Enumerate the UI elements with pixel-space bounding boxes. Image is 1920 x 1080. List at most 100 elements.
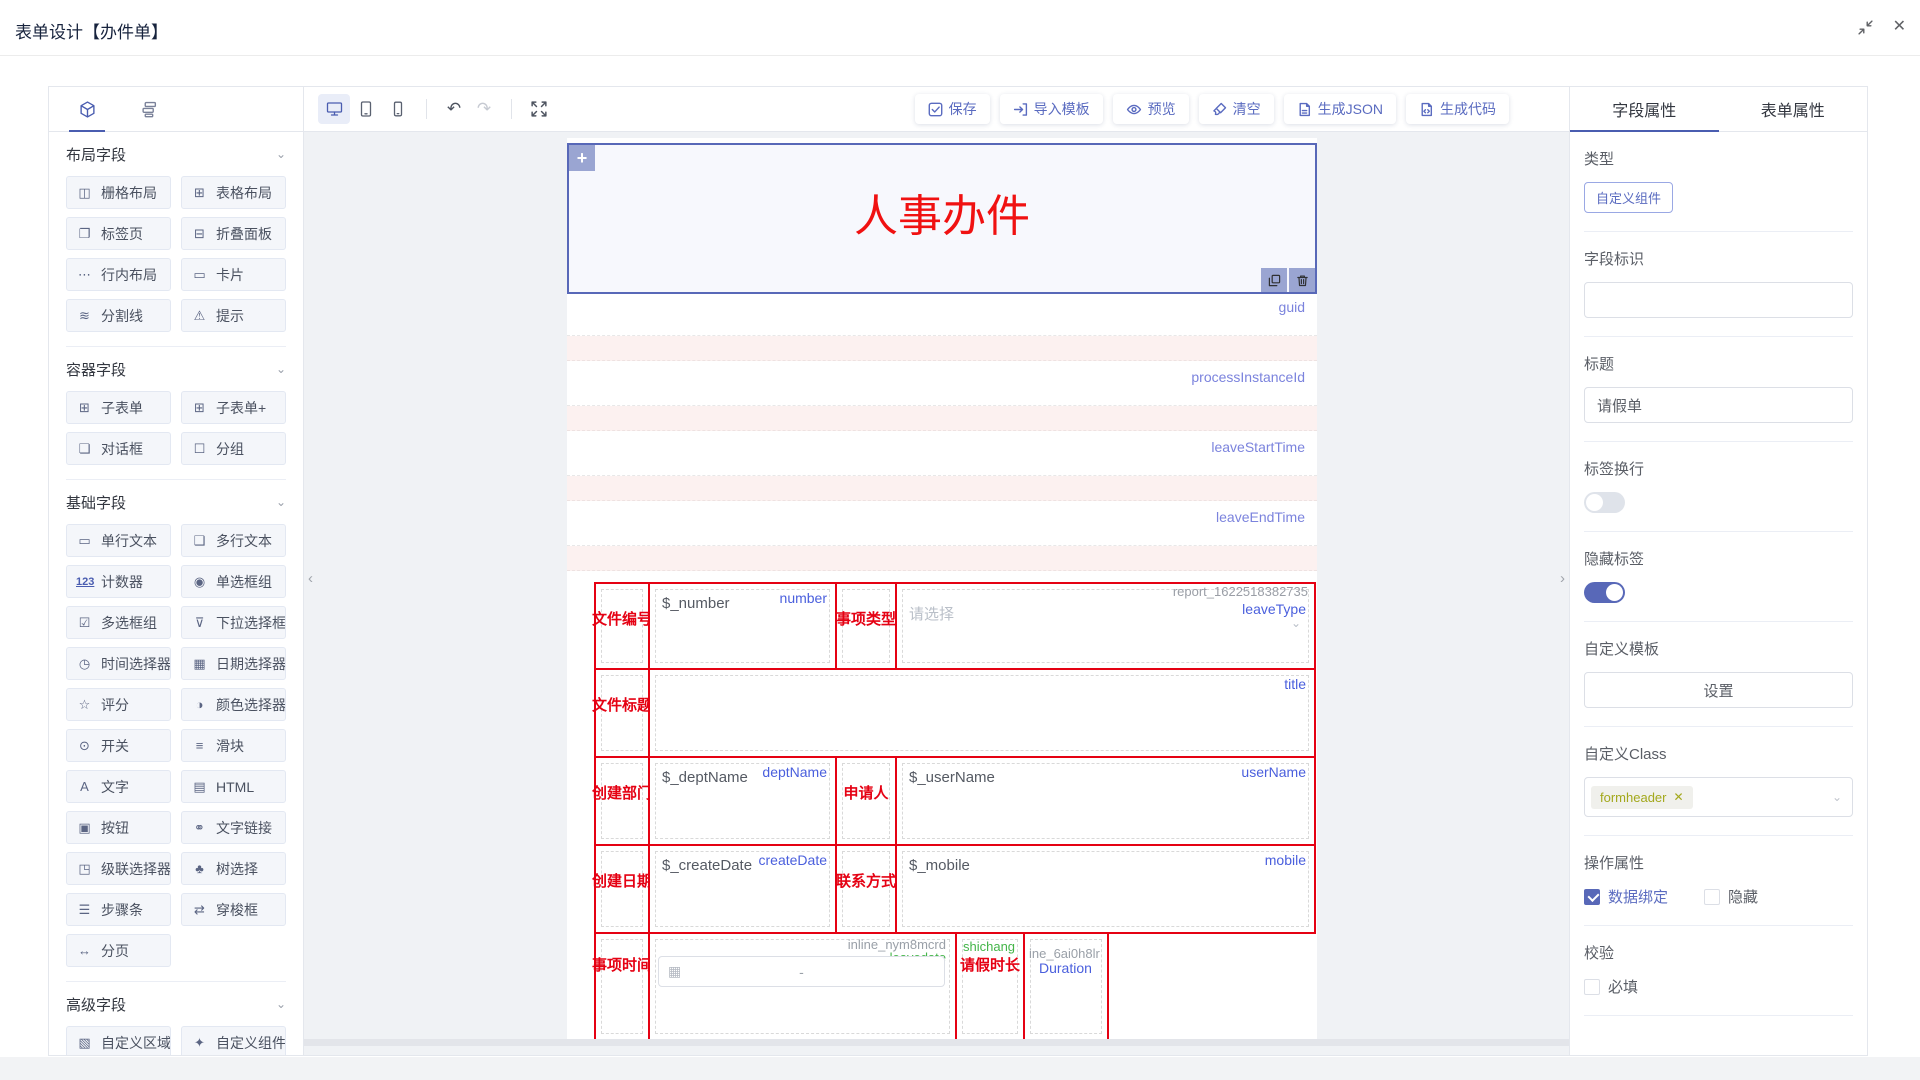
table-label-cell[interactable]: 联系方式 — [837, 846, 897, 934]
palette-item[interactable]: ⋯ 行内布局 — [66, 258, 171, 291]
palette-item[interactable]: A 文字 — [66, 770, 171, 803]
palette-item[interactable]: ❐ 标签页 — [66, 217, 171, 250]
table-label-cell[interactable]: 创建部门 — [596, 758, 650, 846]
fullscreen-icon[interactable] — [524, 94, 554, 124]
generate-code-button[interactable]: 生成代码 — [1406, 94, 1509, 124]
collapse-left-panel-handle[interactable]: ‹ — [304, 560, 317, 596]
form-header-component[interactable]: + 人事办件 — [567, 143, 1317, 294]
palette-item[interactable]: ☰ 步骤条 — [66, 893, 171, 926]
table-duration-cell[interactable]: ine_6ai0h8lr Duration — [1025, 934, 1109, 1039]
palette-item[interactable]: ☐ 分组 — [181, 432, 286, 465]
palette-item[interactable]: ⊞ 子表单+ — [181, 391, 286, 424]
palette-item[interactable]: ☆ 评分 — [66, 688, 171, 721]
palette-tab-components[interactable] — [63, 87, 111, 131]
palette-item[interactable]: ◳ 级联选择器 — [66, 852, 171, 885]
palette-item[interactable]: ✦ 自定义组件 — [181, 1026, 286, 1055]
palette-item[interactable]: ⊞ 子表单 — [66, 391, 171, 424]
palette-item[interactable]: ⚭ 文字链接 — [181, 811, 286, 844]
window-titlebar: 表单设计【办件单】 ✕ — [0, 0, 1920, 56]
hide-label-toggle[interactable] — [1584, 582, 1625, 603]
field-id-input[interactable] — [1584, 282, 1853, 318]
tab-field-properties[interactable]: 字段属性 — [1570, 87, 1719, 131]
hidden-field-row[interactable]: guid — [567, 296, 1317, 361]
label-wrap-toggle[interactable] — [1584, 492, 1625, 513]
template-settings-button[interactable]: 设置 — [1584, 672, 1853, 708]
palette-item[interactable]: ⊽ 下拉选择框 — [181, 606, 286, 639]
chevron-down-icon[interactable]: ⌄ — [276, 997, 286, 1011]
table-label-cell[interactable]: 请假时长 shichang — [957, 934, 1025, 1039]
required-checkbox[interactable]: 必填 — [1584, 976, 1638, 997]
palette-item[interactable]: ▭ 单行文本 — [66, 524, 171, 557]
palette-item[interactable]: ☑ 多选框组 — [66, 606, 171, 639]
table-field-cell[interactable]: $_number number — [650, 584, 837, 670]
palette-item[interactable]: ♣ 树选择 — [181, 852, 286, 885]
table-label-cell[interactable]: 申请人 — [837, 758, 897, 846]
palette-item[interactable]: ❏ 对话框 — [66, 432, 171, 465]
palette-item[interactable]: ❑ 多行文本 — [181, 524, 286, 557]
daterange-input[interactable]: ▦ - — [658, 956, 945, 987]
palette-item[interactable]: 123 计数器 — [66, 565, 171, 598]
undo-icon[interactable]: ↶ — [439, 94, 469, 124]
palette-item[interactable]: ▤ HTML — [181, 770, 286, 803]
palette-item[interactable]: ⊙ 开关 — [66, 729, 171, 762]
palette-tab-outline[interactable] — [125, 87, 173, 131]
hidden-field-row[interactable]: leaveStartTime — [567, 436, 1317, 501]
trash-icon — [1296, 274, 1309, 287]
palette-item[interactable]: ↔ 分页 — [66, 934, 171, 967]
design-canvas[interactable]: ‹ › + 人事办件 — [304, 132, 1569, 1055]
table-field-cell[interactable]: $_mobile mobile — [897, 846, 1316, 934]
close-icon[interactable]: ✕ — [1893, 19, 1906, 35]
title-input[interactable] — [1584, 387, 1853, 423]
preview-button[interactable]: 预览 — [1113, 94, 1189, 124]
delete-component-button[interactable] — [1289, 268, 1315, 292]
table-field-cell[interactable]: title — [650, 670, 1316, 758]
palette-item[interactable]: ▣ 按钮 — [66, 811, 171, 844]
collapse-window-icon[interactable] — [1858, 20, 1873, 35]
save-button[interactable]: 保存 — [915, 94, 990, 124]
generate-json-button[interactable]: 生成JSON — [1284, 94, 1396, 124]
palette-item[interactable]: ≡ 滑块 — [181, 729, 286, 762]
hidden-field-row[interactable]: leaveEndTime — [567, 506, 1317, 571]
palette-item[interactable]: ▭ 卡片 — [181, 258, 286, 291]
hidden-field-row[interactable]: processInstanceId — [567, 366, 1317, 431]
palette-item[interactable]: ⊟ 折叠面板 — [181, 217, 286, 250]
palette-item[interactable]: ▦ 日期选择器 — [181, 647, 286, 680]
table-daterange-cell[interactable]: inline_nym8mcrd leavedate ▦ - — [650, 934, 957, 1039]
palette-item[interactable]: ◑ 颜色选择器 — [181, 688, 286, 721]
palette-item[interactable]: ⚠ 提示 — [181, 299, 286, 332]
table-label-cell[interactable]: 创建日期 — [596, 846, 650, 934]
table-label-cell[interactable]: 文件编号 — [596, 584, 650, 670]
data-bind-checkbox[interactable]: 数据绑定 — [1584, 886, 1668, 907]
remove-tag-icon[interactable]: ✕ — [1673, 790, 1683, 804]
table-label-cell[interactable]: 事项时间 — [596, 934, 650, 1039]
collapse-right-panel-handle[interactable]: › — [1556, 560, 1569, 596]
palette-item[interactable]: ⊞ 表格布局 — [181, 176, 286, 209]
tab-form-properties[interactable]: 表单属性 — [1719, 87, 1868, 131]
device-desktop-button[interactable] — [318, 94, 350, 124]
palette-item[interactable]: ◷ 时间选择器 — [66, 647, 171, 680]
palette-item[interactable]: ⇄ 穿梭框 — [181, 893, 286, 926]
dialog-icon: ❏ — [76, 441, 93, 457]
move-handle-icon[interactable]: + — [569, 145, 595, 171]
table-field-cell[interactable]: $_userName userName — [897, 758, 1316, 846]
device-tablet-button[interactable] — [350, 94, 382, 124]
chevron-down-icon[interactable]: ⌄ — [276, 362, 286, 376]
chevron-down-icon[interactable]: ⌄ — [276, 495, 286, 509]
custom-class-select[interactable]: formheader ✕ ⌄ — [1584, 777, 1853, 817]
canvas-horizontal-scrollbar[interactable] — [304, 1039, 1569, 1046]
table-field-cell[interactable]: $_createDate createDate — [650, 846, 837, 934]
chevron-down-icon[interactable]: ⌄ — [276, 147, 286, 161]
redo-icon[interactable]: ↷ — [469, 94, 499, 124]
clear-button[interactable]: 清空 — [1199, 94, 1274, 124]
table-label-cell[interactable]: 文件标题 — [596, 670, 650, 758]
device-phone-button[interactable] — [382, 94, 414, 124]
palette-item[interactable]: ◉ 单选框组 — [181, 565, 286, 598]
table-label-cell[interactable]: 事项类型 — [837, 584, 897, 670]
palette-item[interactable]: ▧ 自定义区域 — [66, 1026, 171, 1055]
palette-item[interactable]: ≋ 分割线 — [66, 299, 171, 332]
copy-component-button[interactable] — [1261, 268, 1287, 292]
hidden-checkbox[interactable]: 隐藏 — [1704, 886, 1758, 907]
import-template-button[interactable]: 导入模板 — [1000, 94, 1103, 124]
palette-item[interactable]: ◫ 栅格布局 — [66, 176, 171, 209]
table-field-cell[interactable]: $_deptName deptName — [650, 758, 837, 846]
